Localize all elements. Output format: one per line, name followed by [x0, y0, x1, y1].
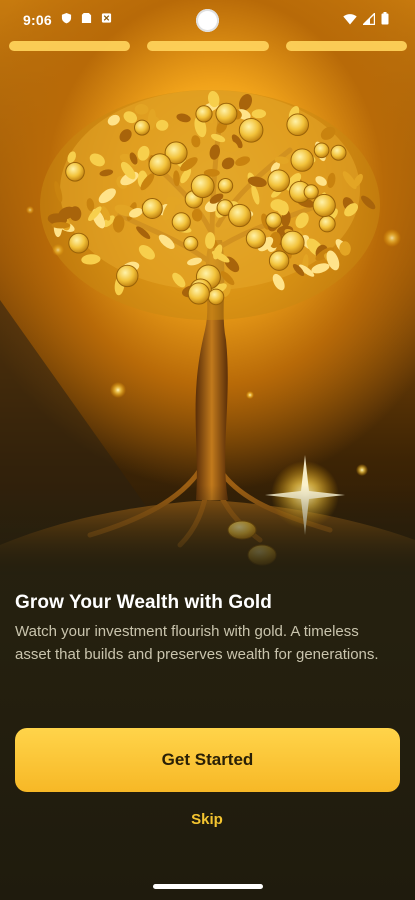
- hero-illustration: [0, 0, 415, 575]
- coin: [141, 198, 163, 219]
- onboarding-screen: 9:06 Grow Your Wealth with Gold Watch yo…: [0, 0, 415, 900]
- coin: [238, 118, 264, 143]
- coin: [286, 113, 310, 136]
- shield-icon: [61, 12, 72, 24]
- progress-segment: [9, 41, 131, 51]
- status-icons-left: [61, 12, 112, 24]
- coin: [171, 212, 191, 232]
- sim-card-icon: [81, 12, 92, 24]
- onboarding-progress: [9, 41, 407, 51]
- status-icons-right: [343, 12, 389, 25]
- coin: [207, 288, 225, 306]
- coin: [228, 203, 252, 228]
- front-camera: [196, 9, 219, 32]
- onboarding-title: Grow Your Wealth with Gold: [15, 592, 272, 613]
- skip-button[interactable]: Skip: [157, 806, 257, 832]
- coin: [68, 232, 90, 254]
- coin: [116, 264, 139, 288]
- coin: [330, 144, 347, 161]
- status-bar: 9:06: [0, 0, 415, 40]
- coin: [187, 282, 210, 305]
- coin: [312, 193, 336, 218]
- coin: [190, 174, 215, 199]
- home-indicator[interactable]: [153, 884, 263, 889]
- signal-icon: [363, 12, 375, 25]
- get-started-button[interactable]: Get Started: [15, 728, 400, 792]
- progress-segment: [285, 41, 407, 51]
- coin: [134, 119, 150, 136]
- coin: [268, 250, 290, 271]
- coin: [217, 178, 234, 194]
- coin: [313, 142, 330, 159]
- coin: [265, 212, 283, 229]
- notification-icon: [101, 13, 112, 23]
- coin: [215, 102, 238, 125]
- wifi-icon: [343, 13, 357, 24]
- golden-tree-image: [0, 90, 415, 575]
- coin: [303, 184, 319, 200]
- coin: [267, 169, 291, 192]
- coin: [195, 105, 213, 123]
- coin: [148, 153, 172, 177]
- coin: [290, 148, 314, 172]
- coin: [280, 230, 305, 255]
- battery-icon: [381, 12, 389, 25]
- coin: [65, 162, 85, 182]
- coin: [183, 236, 199, 251]
- onboarding-subtitle: Watch your investment flourish with gold…: [15, 623, 379, 663]
- coin: [245, 228, 266, 249]
- progress-segment: [147, 41, 269, 51]
- status-time: 9:06: [23, 12, 52, 28]
- coin: [318, 215, 336, 233]
